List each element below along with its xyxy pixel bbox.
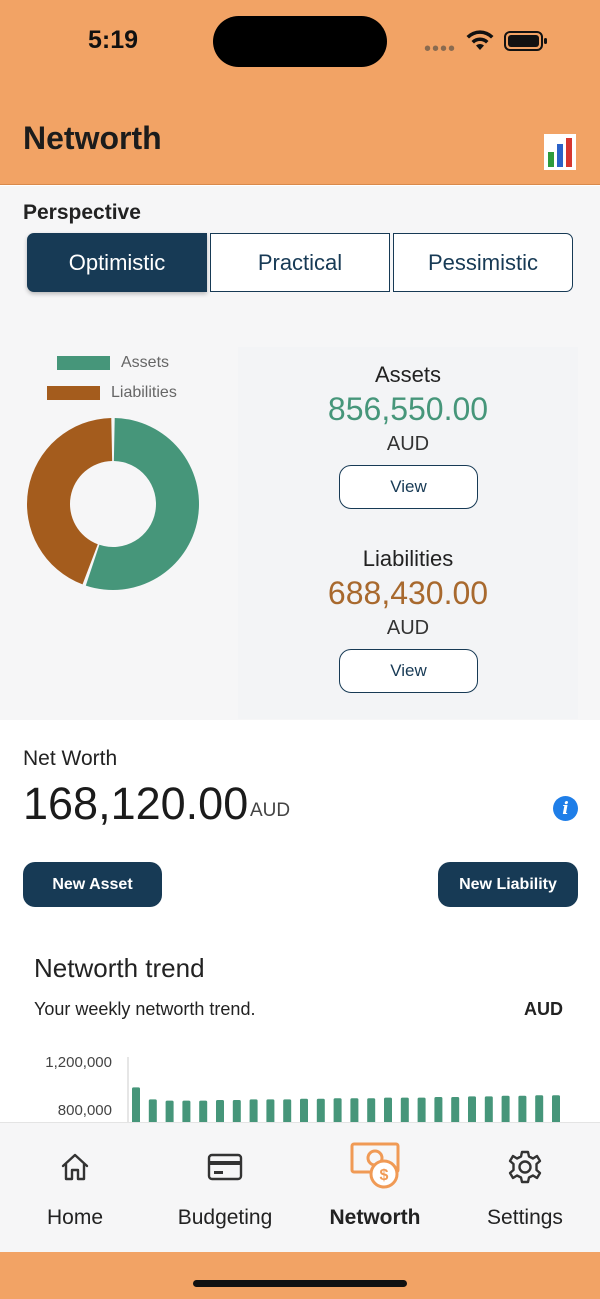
battery-icon xyxy=(504,31,547,51)
trend-title: Networth trend xyxy=(34,953,205,983)
net-worth-unit: AUD xyxy=(250,800,291,821)
tab-settings[interactable]: Settings xyxy=(450,1140,600,1240)
card-icon xyxy=(207,1153,243,1181)
status-time: 5:19 xyxy=(88,26,139,54)
net-worth-value: 168,120.00 xyxy=(23,778,249,829)
legend-liabilities-swatch xyxy=(47,386,100,400)
home-icon xyxy=(61,1153,89,1181)
trend-bar xyxy=(384,1097,392,1123)
trend-bar xyxy=(417,1097,426,1123)
trend-bar xyxy=(552,1095,560,1123)
trend-bar xyxy=(333,1098,342,1123)
assets-liabilities-donut-chart xyxy=(27,418,199,590)
trend-bar xyxy=(468,1096,476,1123)
trend-bar xyxy=(132,1087,140,1123)
assets-value: 856,550.00 xyxy=(327,391,489,427)
y-tick-label: 1,200,000 xyxy=(45,1054,112,1071)
trend-bar xyxy=(300,1098,308,1123)
liabilities-unit: AUD xyxy=(386,617,430,639)
signal-icon: •••• xyxy=(424,38,457,60)
bar-chart-icon[interactable] xyxy=(544,134,576,170)
dynamic-island xyxy=(213,16,387,67)
legend-liabilities: Liabilities xyxy=(47,384,177,402)
y-tick-label: 800,000 xyxy=(58,1102,112,1119)
trend-bar xyxy=(316,1098,325,1123)
segment-practical[interactable]: Practical xyxy=(210,233,390,292)
trend-subtitle: Your weekly networth trend. xyxy=(34,999,256,1019)
liabilities-value: 688,430.00 xyxy=(327,575,489,611)
gear-icon xyxy=(508,1150,542,1184)
legend-assets-label: Assets xyxy=(121,354,170,371)
bottom-bar xyxy=(0,1252,600,1299)
legend-liabilities-label: Liabilities xyxy=(111,384,177,401)
tab-settings-label: Settings xyxy=(487,1206,563,1229)
trend-bar xyxy=(350,1098,359,1123)
trend-bar xyxy=(148,1099,157,1123)
trend-bar xyxy=(451,1097,460,1123)
view-assets-button[interactable]: View xyxy=(339,465,478,509)
assets-title: Assets xyxy=(374,362,442,387)
legend-assets-swatch xyxy=(57,356,110,370)
trend-bar xyxy=(182,1100,191,1123)
segment-pessimistic[interactable]: Pessimistic xyxy=(393,233,573,292)
networth-trend-chart: 1,200,000 800,000 xyxy=(45,1054,560,1123)
trend-bar xyxy=(232,1100,241,1123)
trend-bar xyxy=(518,1095,527,1123)
trend-bar xyxy=(165,1100,174,1123)
trend-bar xyxy=(501,1095,510,1123)
trend-bar xyxy=(266,1099,275,1123)
money-icon: $ xyxy=(350,1142,400,1189)
wifi-icon xyxy=(466,30,494,50)
home-indicator[interactable] xyxy=(193,1280,407,1287)
svg-text:$: $ xyxy=(380,1167,389,1184)
trend-bar xyxy=(400,1097,409,1123)
page-title: Networth xyxy=(23,120,162,156)
perspective-label: Perspective xyxy=(23,201,141,224)
new-liability-button[interactable]: New Liability xyxy=(438,862,578,907)
trend-bar xyxy=(367,1098,376,1123)
net-worth-label: Net Worth xyxy=(23,747,118,770)
tab-home-label: Home xyxy=(46,1206,104,1229)
tab-budgeting-label: Budgeting xyxy=(177,1206,273,1229)
trend-bar xyxy=(283,1099,292,1123)
trend-unit: AUD xyxy=(524,999,563,1019)
trend-bar xyxy=(484,1096,493,1123)
tab-networth-label: Networth xyxy=(329,1206,421,1229)
trend-bar xyxy=(216,1100,224,1123)
legend-assets: Assets xyxy=(57,354,169,372)
tab-networth[interactable]: $ Networth xyxy=(300,1140,450,1240)
info-icon[interactable]: i xyxy=(553,796,578,821)
tab-budgeting[interactable]: Budgeting xyxy=(150,1140,300,1240)
new-asset-button[interactable]: New Asset xyxy=(23,862,162,907)
liabilities-title: Liabilities xyxy=(362,546,454,571)
assets-unit: AUD xyxy=(386,433,430,455)
trend-bar xyxy=(199,1100,208,1123)
trend-bar xyxy=(434,1097,443,1123)
view-liabilities-button[interactable]: View xyxy=(339,649,478,693)
trend-bar xyxy=(535,1095,544,1123)
tab-home[interactable]: Home xyxy=(0,1140,150,1240)
trend-bar xyxy=(249,1099,258,1123)
segment-optimistic[interactable]: Optimistic xyxy=(27,233,207,292)
